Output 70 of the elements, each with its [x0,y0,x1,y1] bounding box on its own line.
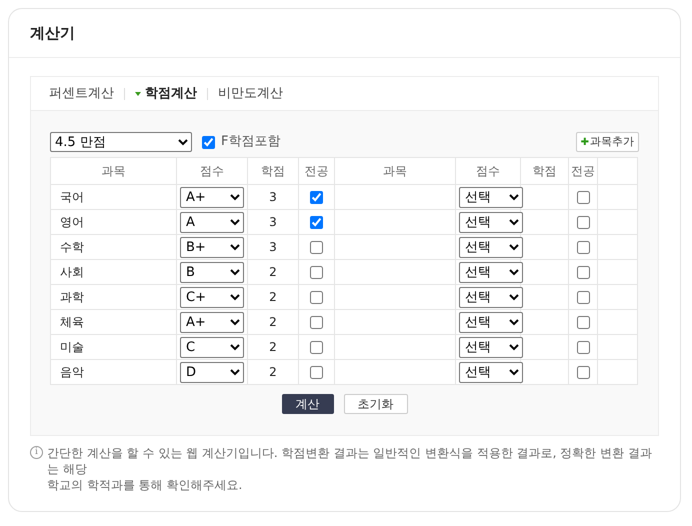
grade-select[interactable]: 선택 [459,236,523,258]
major-checkbox[interactable] [576,266,590,278]
reset-button[interactable]: 초기화 [344,394,408,414]
grade-select[interactable]: A+ [180,312,244,332]
grade-select[interactable]: 선택 [459,336,523,358]
major-checkbox[interactable] [576,240,590,254]
credit-cell: 2 [248,334,298,360]
caret-icon [135,92,141,96]
calculator-tab[interactable]: 학점계산 [135,84,197,104]
major-checkbox[interactable] [576,316,590,328]
major-checkbox[interactable] [310,290,323,304]
subject-cell: 미술 [50,334,176,360]
column-header: 과목 [50,158,176,184]
major-checkbox[interactable] [310,240,323,254]
subject-cell: 과학 [50,284,176,310]
subject-cell: 영어 [50,210,176,234]
grade-select[interactable]: A+ [180,186,244,208]
credit-cell: 3 [248,184,298,210]
column-header: 전공 [298,158,334,184]
grade-select[interactable]: D [180,362,244,382]
scale-select[interactable]: 4.5 만점 [50,132,192,152]
major-checkbox[interactable] [310,216,323,228]
column-header: 점수 [176,158,248,184]
grade-select[interactable]: A [180,212,244,232]
column-header: 과목 [334,158,456,184]
grade-select[interactable]: C [180,336,244,358]
major-checkbox[interactable] [310,316,323,328]
grade-select[interactable]: 선택 [459,286,523,308]
calculator-tab[interactable]: 비만도계산 [218,84,283,104]
subject-cell: 사회 [50,260,176,284]
credit-cell: 2 [248,284,298,310]
major-checkbox[interactable] [310,340,323,354]
grade-select[interactable]: 선택 [459,262,523,282]
credit-cell: 2 [248,260,298,284]
subject-cell: 음악 [50,360,176,384]
major-checkbox[interactable] [310,190,323,204]
info-icon: i [30,446,43,459]
major-checkbox[interactable] [310,366,323,378]
grade-select[interactable]: C+ [180,286,244,308]
notice-text: 간단한 계산을 할 수 있는 웹 계산기입니다. 학점변환 결과는 일반적인 변환식을 적용한 결과로, 정확한 변환 결과는 해당 [47,445,653,477]
major-checkbox[interactable] [576,340,590,354]
grade-select[interactable]: 선택 [459,212,523,232]
major-checkbox[interactable] [576,216,590,228]
grade-select[interactable]: 선택 [459,186,523,208]
subject-cell: 체육 [50,310,176,334]
column-header: 학점 [520,158,568,184]
major-checkbox[interactable] [576,366,590,378]
include-f-label: F학점포함 [221,133,280,152]
credit-cell: 2 [248,360,298,384]
card-title: 계산기 [30,22,75,44]
notice-text: 학교의 학적과를 통해 확인해주세요. [47,477,244,493]
subject-cell: 국어 [50,184,176,210]
add-subject-button[interactable]: ✚과목추가 [576,132,639,152]
grade-select[interactable]: B [180,262,244,282]
include-f-checkbox[interactable] [202,136,215,148]
calculate-button[interactable]: 계산 [282,394,334,414]
column-header: 학점 [248,158,298,184]
credit-cell: 2 [248,310,298,334]
major-checkbox[interactable] [576,290,590,304]
column-header: 점수 [456,158,520,184]
calculator-tab[interactable]: 퍼센트계산 [49,84,114,104]
grade-select[interactable]: 선택 [459,362,523,382]
major-checkbox[interactable] [310,266,323,278]
column-header: 전공 [568,158,598,184]
grade-select[interactable]: B+ [180,236,244,258]
major-checkbox[interactable] [576,190,590,204]
grade-select[interactable]: 선택 [459,312,523,332]
credit-cell: 3 [248,234,298,260]
credit-cell: 3 [248,210,298,234]
subject-cell: 수학 [50,234,176,260]
